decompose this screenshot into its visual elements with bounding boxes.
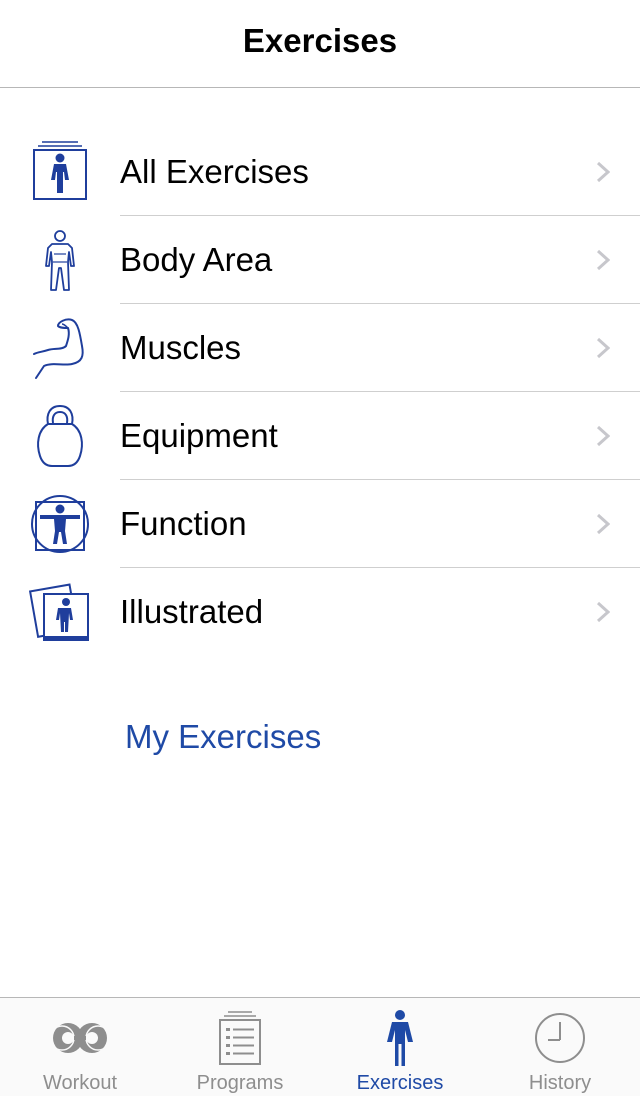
tab-bar: Workout Programs Exercises History (0, 997, 640, 1096)
clipboard-list-icon (219, 1011, 261, 1065)
list-item-label: Muscles (120, 329, 242, 366)
tab-programs[interactable]: Programs (160, 998, 320, 1096)
list-item-label: Equipment (120, 417, 278, 454)
kettlebell-icon (37, 404, 83, 467)
dumbbell-icon (49, 1023, 111, 1053)
list-item-muscles[interactable]: Muscles (0, 304, 640, 392)
list-item-label: Illustrated (120, 593, 264, 630)
clock-icon (535, 1013, 585, 1063)
flexed-arm-icon (33, 318, 84, 379)
person-icon (387, 1010, 413, 1066)
tab-label: History (528, 1072, 592, 1094)
illustrated-cards-icon (28, 583, 89, 641)
tab-label: Exercises (356, 1072, 444, 1094)
person-in-frame-icon (33, 141, 87, 200)
list-item-body-area[interactable]: Body Area (0, 216, 640, 304)
list-item-label: All Exercises (120, 153, 309, 190)
list-item-function[interactable]: Function (0, 480, 640, 568)
chevron-right-icon (596, 161, 610, 183)
list-item-label: Body Area (120, 241, 273, 278)
navigation-bar: Exercises (0, 0, 640, 88)
tab-workout[interactable]: Workout (0, 998, 160, 1096)
chevron-right-icon (596, 337, 610, 359)
chevron-right-icon (596, 249, 610, 271)
list-item-equipment[interactable]: Equipment (0, 392, 640, 480)
tab-exercises[interactable]: Exercises (320, 998, 480, 1096)
tab-history[interactable]: History (480, 998, 640, 1096)
exercises-screen: Exercises All Exercises Body Area Muscle… (0, 0, 640, 1096)
body-outline-icon (45, 230, 75, 291)
tab-label: Programs (196, 1072, 284, 1094)
list-item-illustrated[interactable]: Illustrated (0, 568, 640, 656)
chevron-right-icon (596, 425, 610, 447)
page-title: Exercises (242, 21, 398, 59)
exercise-category-list: All Exercises Body Area Muscles Equipmen… (0, 128, 640, 656)
vitruvian-person-icon (31, 495, 89, 553)
my-exercises-link[interactable]: My Exercises (125, 718, 321, 756)
list-item-all-exercises[interactable]: All Exercises (0, 128, 640, 216)
list-item-label: Function (120, 505, 247, 542)
tab-label: Workout (42, 1072, 118, 1094)
chevron-right-icon (596, 601, 610, 623)
chevron-right-icon (596, 513, 610, 535)
